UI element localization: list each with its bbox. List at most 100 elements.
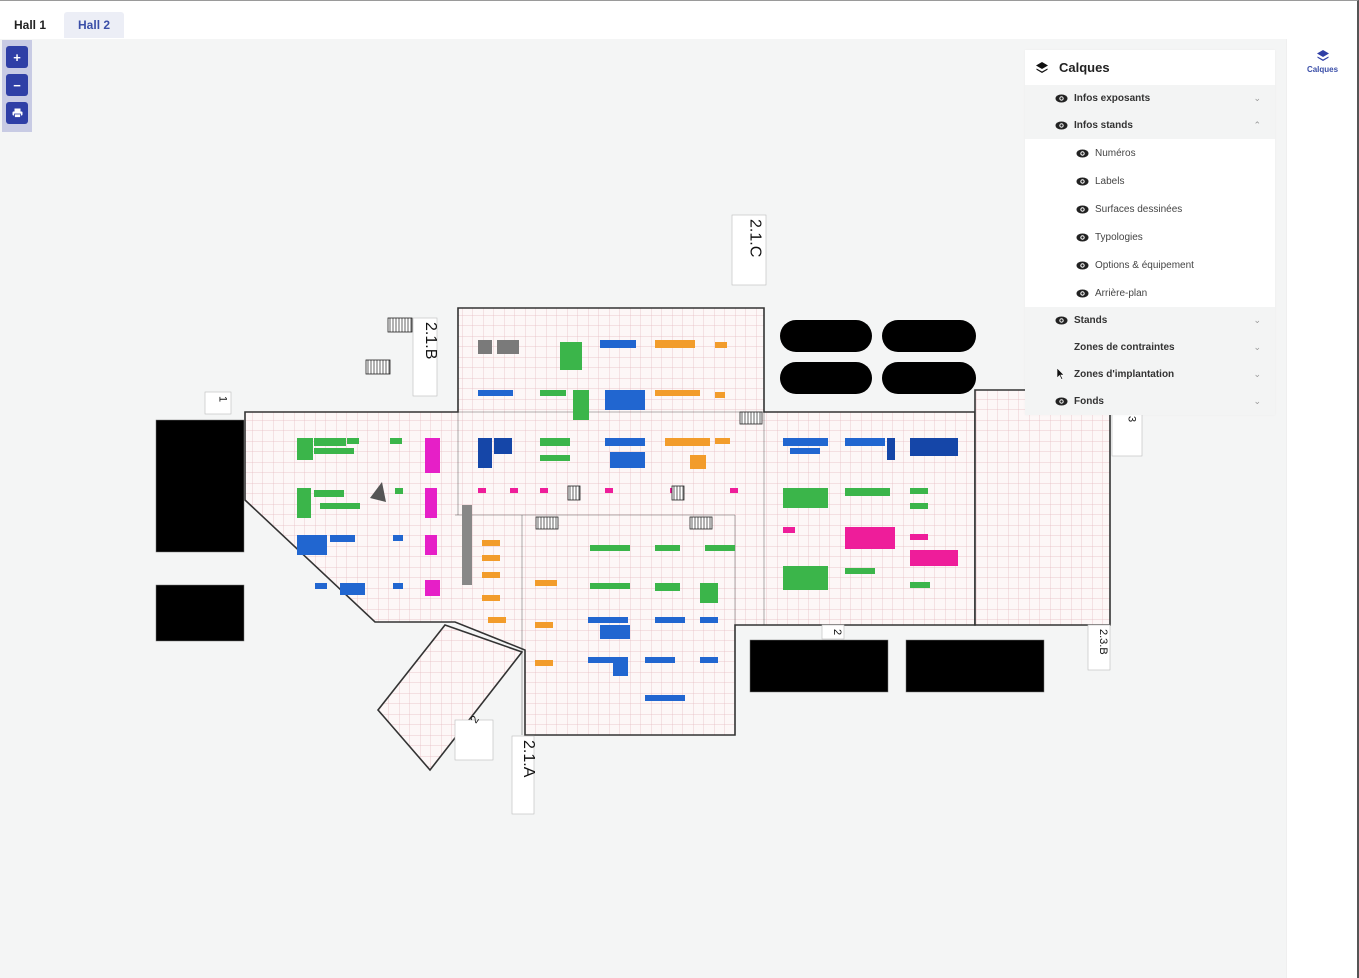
stand-blue	[600, 340, 636, 348]
layers-icon	[1316, 50, 1329, 61]
chevron-down-icon[interactable]: ⌄	[1253, 342, 1261, 353]
stand-gray	[497, 340, 519, 354]
stand-orange	[482, 572, 500, 578]
right-rail: Calques	[1286, 39, 1357, 978]
hall-label: 3	[1126, 416, 1138, 422]
eye-icon[interactable]	[1055, 121, 1068, 130]
hall-label: 2.1.C	[747, 219, 764, 257]
sublayer-labels[interactable]: Labels	[1025, 167, 1275, 195]
layer-group-infos-stands[interactable]: Infos stands ⌃	[1025, 112, 1275, 139]
eye-off-icon[interactable]	[1055, 343, 1068, 352]
stand-blue	[393, 535, 403, 541]
sublayer-label: Typologies	[1095, 231, 1143, 243]
stand-green	[297, 438, 313, 460]
stand-magenta	[425, 580, 440, 596]
eye-icon[interactable]	[1076, 261, 1089, 270]
sublayer-label: Arrière-plan	[1095, 287, 1148, 299]
stand-green	[573, 390, 589, 420]
sublayer-typologies[interactable]: Typologies	[1025, 223, 1275, 251]
mouse-cursor-icon	[1057, 368, 1065, 380]
eye-icon[interactable]	[1076, 289, 1089, 298]
eye-icon[interactable]	[1076, 233, 1089, 242]
eye-icon[interactable]	[1055, 316, 1068, 325]
stand-orange	[535, 660, 553, 666]
chevron-down-icon[interactable]: ⌄	[1253, 93, 1261, 104]
stand-orange	[482, 555, 500, 561]
sublayer-options-equipement[interactable]: Options & équipement	[1025, 251, 1275, 279]
stand-orange	[488, 617, 506, 623]
stand-green	[540, 455, 570, 461]
stand-magenta	[425, 438, 440, 473]
stand-green	[910, 488, 928, 494]
stand-green	[590, 545, 630, 551]
stand-pink	[605, 488, 613, 493]
stand-blue	[845, 438, 885, 446]
stand-blue	[613, 662, 628, 676]
stand-blue	[315, 583, 327, 589]
print-button[interactable]	[6, 102, 28, 124]
sublayer-arriere-plan[interactable]: Arrière-plan	[1025, 279, 1275, 307]
stand-blue	[783, 438, 828, 446]
stand-pink	[910, 534, 928, 540]
stand-green	[314, 438, 346, 446]
stand-darkblue	[887, 438, 895, 460]
stand-magenta	[425, 488, 437, 518]
layers-panel-title: Calques	[1059, 60, 1110, 75]
chevron-down-icon[interactable]: ⌄	[1253, 315, 1261, 326]
sublayer-label: Numéros	[1095, 147, 1136, 159]
zoom-out-button[interactable]: −	[6, 74, 28, 96]
sublayer-label: Surfaces dessinées	[1095, 203, 1183, 215]
sublayer-numeros[interactable]: Numéros	[1025, 139, 1275, 167]
chevron-up-icon[interactable]: ⌃	[1253, 120, 1261, 131]
stand-blue	[700, 657, 718, 663]
stand-pink	[478, 488, 486, 493]
eye-icon[interactable]	[1076, 177, 1089, 186]
stand-pink	[510, 488, 518, 493]
stand-green	[705, 545, 735, 551]
zoom-in-button[interactable]: +	[6, 46, 28, 68]
tab-hall-2[interactable]: Hall 2	[64, 12, 125, 38]
layer-group-zones-de-contraintes[interactable]: Zones de contraintes ⌄	[1025, 334, 1275, 361]
column-strip	[462, 505, 472, 585]
stand-green	[655, 583, 680, 591]
stand-green	[655, 545, 680, 551]
stand-green	[783, 566, 828, 590]
sublayer-label: Options & équipement	[1095, 259, 1194, 271]
stand-orange	[535, 580, 557, 586]
stand-pink	[910, 550, 958, 566]
chevron-down-icon[interactable]: ⌄	[1253, 369, 1261, 380]
stand-blue	[478, 390, 513, 396]
stand-green	[540, 438, 570, 446]
exhibitor-block	[905, 639, 1045, 693]
stand-green	[347, 438, 359, 444]
layer-group-fonds[interactable]: Fonds ⌄	[1025, 388, 1275, 415]
layer-group-label: Zones d'implantation	[1074, 369, 1175, 380]
layers-toggle-button[interactable]: Calques	[1287, 49, 1358, 83]
eye-icon[interactable]	[1055, 397, 1068, 406]
eye-icon[interactable]	[1076, 205, 1089, 214]
layers-icon	[1036, 61, 1048, 73]
exhibitor-block	[155, 584, 245, 642]
infos-stands-sublayers: Numéros Labels Surfaces dessinées Typolo…	[1025, 139, 1275, 307]
stand-pink	[845, 527, 895, 549]
stand-green	[320, 503, 360, 509]
stand-orange	[715, 438, 730, 444]
eye-icon[interactable]	[1076, 149, 1089, 158]
layer-group-infos-exposants[interactable]: Infos exposants ⌄	[1025, 85, 1275, 112]
stand-green	[314, 490, 344, 497]
stand-orange	[482, 540, 500, 546]
layers-panel: Calques Infos exposants ⌄ Infos stands ⌃…	[1025, 50, 1275, 415]
chevron-down-icon[interactable]: ⌄	[1253, 396, 1261, 407]
layer-group-label: Infos stands	[1074, 120, 1133, 131]
sublayer-surfaces-dessinees[interactable]: Surfaces dessinées	[1025, 195, 1275, 223]
hall-label: 2.1.B	[422, 322, 439, 359]
layer-group-stands[interactable]: Stands ⌄	[1025, 307, 1275, 334]
stand-green	[560, 342, 582, 370]
stand-green	[783, 488, 828, 508]
hall-floor-east	[974, 389, 1111, 626]
eye-icon[interactable]	[1055, 94, 1068, 103]
exhibitor-pod	[882, 362, 976, 394]
stand-green	[910, 582, 930, 588]
tab-hall-1[interactable]: Hall 1	[0, 12, 60, 38]
layer-group-label: Infos exposants	[1074, 93, 1151, 104]
